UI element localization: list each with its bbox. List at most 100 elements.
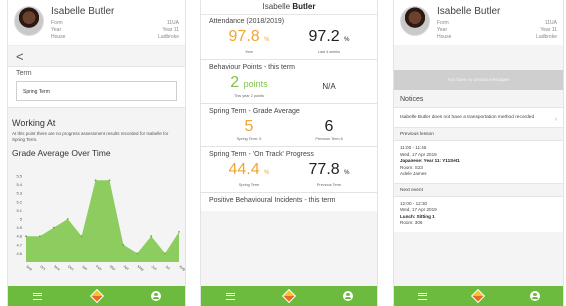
- profile-button[interactable]: [525, 289, 545, 303]
- working-at-title: Working At: [12, 118, 56, 128]
- positive-incidents-title: Positive Behavioural Incidents - this te…: [209, 197, 336, 204]
- attendance-title: Attendance (2018/2019): [209, 18, 285, 25]
- user-icon: [150, 291, 161, 301]
- on-track-card[interactable]: Spring Term - 'On Track' Progress 44.4 %…: [201, 147, 377, 193]
- metric-value: 44.4 %: [209, 161, 289, 182]
- menu-icon: [225, 292, 235, 300]
- metric-value: 97.8 %: [209, 28, 289, 49]
- metric-caption: This year 2 points: [234, 94, 264, 98]
- avatar: [14, 6, 44, 36]
- grade-metrics: 5 Spring Term: 5 6 Previous Term 6: [209, 118, 369, 142]
- grade-average-chart: 5.5 5.4 5.3 5.2 5.1 5 4.9 4.8 4.7 4.6 Sep Oct Nov Dec…: [8, 172, 185, 284]
- info-label: Form: [51, 20, 63, 26]
- behaviour-points: 2 points This year 2 points: [209, 74, 289, 99]
- info-value: Year 11: [540, 27, 557, 33]
- metric-value: N/A: [322, 82, 336, 91]
- metric-caption: Spring Term: [238, 183, 260, 187]
- profile-button[interactable]: [146, 289, 166, 303]
- info-value: Ladbroke: [536, 34, 557, 40]
- value-unit: %: [344, 170, 350, 176]
- metric-caption: Previous Term 6: [315, 137, 343, 141]
- lesson-teacher: Adele James: [400, 171, 427, 176]
- grade-point: [52, 226, 55, 229]
- home-button[interactable]: [279, 288, 299, 304]
- phone-overview: Isabelle Butler Attendance (2018/2019) 9…: [200, 0, 378, 306]
- on-track-previous: 77.8 % Previous Term: [289, 161, 369, 188]
- y-tick-label: 5.1: [16, 208, 22, 213]
- student-first-name: Isabelle: [262, 2, 291, 11]
- next-event[interactable]: 12:00 - 12:30 Wed, 17 Apr 2019 Lunch: Si…: [394, 196, 563, 232]
- avatar: [400, 6, 430, 36]
- metric-caption: Last 4 weeks: [317, 50, 341, 54]
- attendance-4-weeks: 97.2 % Last 4 weeks: [289, 28, 369, 55]
- positive-incidents-card[interactable]: Positive Behavioural Incidents - this te…: [201, 193, 377, 211]
- grade-point: [25, 235, 27, 238]
- x-tick-label: May: [137, 265, 145, 272]
- x-tick-label: Sep: [25, 265, 33, 272]
- value-number: 2: [230, 74, 240, 91]
- grade-point: [39, 235, 41, 238]
- metric-value: 5: [244, 118, 254, 135]
- x-tick-label: Apr: [123, 265, 131, 272]
- x-tick-label: Feb: [95, 265, 102, 272]
- student-last-name: Butler: [292, 2, 316, 11]
- chevron-right-icon: ›: [554, 116, 557, 123]
- metric-caption: Year: [245, 50, 253, 54]
- info-value: Ladbroke: [158, 34, 179, 40]
- value-unit: %: [264, 37, 270, 43]
- x-tick-label: Nov: [53, 265, 61, 272]
- metric-caption: Previous Term: [316, 183, 342, 187]
- back-button[interactable]: <: [8, 46, 185, 66]
- metric-value: 6: [324, 118, 334, 135]
- x-tick-label: Oct: [39, 265, 46, 271]
- info-row-form: Form 11UA: [437, 20, 557, 27]
- menu-button[interactable]: [412, 289, 432, 303]
- value-number: 97.8: [228, 28, 260, 45]
- bottom-nav: [201, 286, 377, 306]
- previous-lesson[interactable]: 11:00 - 11:45 Wed, 17 Apr 2019 Japanese:…: [394, 141, 563, 184]
- info-label: Year: [51, 27, 62, 33]
- x-tick-label: Aug: [178, 265, 186, 272]
- grade-point: [108, 179, 111, 182]
- home-button[interactable]: [468, 288, 488, 304]
- attendance-metrics: 97.8 % Year 97.2 % Last 4 weeks: [209, 28, 369, 55]
- grade-point: [178, 231, 180, 233]
- x-tick-label: Dec: [67, 265, 75, 272]
- y-tick-label: 4.8: [16, 234, 22, 239]
- bottom-nav: [8, 286, 185, 306]
- info-value: 11UA: [166, 20, 179, 26]
- student-name-bar: Isabelle Butler: [201, 0, 377, 15]
- user-icon: [342, 291, 353, 301]
- notice-item[interactable]: Isabelle Butler does not have a transpor…: [394, 108, 563, 128]
- behaviour-card[interactable]: Behaviour Points - this term 2 points Th…: [201, 60, 377, 104]
- y-tick-label: 5.2: [16, 199, 22, 204]
- grade-average-title: Grade Average Over Time: [12, 148, 111, 158]
- profile-button[interactable]: [338, 289, 358, 303]
- grade-point: [80, 235, 83, 238]
- grade-average-card[interactable]: Spring Term - Grade Average 5 Spring Ter…: [201, 104, 377, 147]
- info-label: Year: [437, 27, 448, 33]
- student-info: Isabelle Butler Form 11UA Year Year 11 Hou…: [437, 6, 557, 41]
- menu-button[interactable]: [220, 289, 240, 303]
- grade-area-series: [26, 180, 179, 262]
- student-name: Isabelle Butler: [437, 6, 501, 17]
- value-number: 44.4: [228, 161, 260, 178]
- attendance-card[interactable]: Attendance (2018/2019) 97.8 % Year 97.2 …: [201, 15, 377, 60]
- menu-button[interactable]: [28, 289, 48, 303]
- x-tick-label: Mar: [109, 265, 117, 272]
- notice-text: Isabelle Butler does not have a transpor…: [400, 115, 535, 120]
- y-tick-label: 4.7: [16, 242, 22, 247]
- y-tick-label: 5.3: [16, 191, 22, 196]
- event-room: Room: 306: [400, 220, 423, 225]
- messages-banner[interactable]: You have no unread messages: [394, 70, 563, 90]
- working-at-text: At this point there are no progress asse…: [12, 131, 169, 142]
- term-select[interactable]: Spring Term: [16, 81, 177, 101]
- bottom-nav: [394, 286, 563, 306]
- metric-value: 97.2 %: [289, 28, 369, 49]
- home-button[interactable]: [87, 288, 107, 304]
- student-header: Isabelle Butler Form 11UA Year Year 11 Hou…: [394, 0, 563, 45]
- x-tick-label: Jan: [81, 265, 88, 272]
- info-row-form: Form 11UA: [51, 20, 179, 27]
- grade-point: [94, 179, 97, 182]
- info-value: Year 11: [162, 27, 179, 33]
